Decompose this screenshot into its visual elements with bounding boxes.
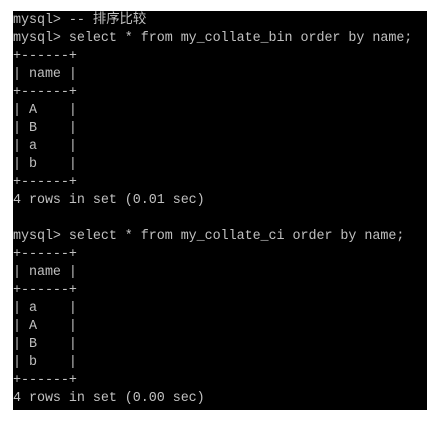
table-border-header: +------+ xyxy=(13,85,77,100)
table-header-row: | name | xyxy=(13,67,77,82)
table-border-bottom: +------+ xyxy=(13,373,77,388)
table-border-header: +------+ xyxy=(13,283,77,298)
result-summary-line: 4 rows in set (0.01 sec) xyxy=(13,193,205,208)
table-row: | a | xyxy=(13,139,77,154)
table-row: | A | xyxy=(13,319,77,334)
table-border-top: +------+ xyxy=(13,49,77,64)
table-row: | b | xyxy=(13,355,77,370)
table-row: | B | xyxy=(13,121,77,136)
query-collate-bin-line: mysql> select * from my_collate_bin orde… xyxy=(13,31,413,46)
prompt-comment-line: mysql> -- 排序比较 xyxy=(13,13,147,28)
table-row: | a | xyxy=(13,301,77,316)
result-summary-line: 4 rows in set (0.00 sec) xyxy=(13,391,205,406)
table-header-row: | name | xyxy=(13,265,77,280)
table-row: | b | xyxy=(13,157,77,172)
terminal-window[interactable]: mysql> -- 排序比较 mysql> select * from my_c… xyxy=(13,11,427,410)
table-border-top: +------+ xyxy=(13,247,77,262)
query-collate-ci-line: mysql> select * from my_collate_ci order… xyxy=(13,229,405,244)
table-row: | B | xyxy=(13,337,77,352)
table-border-bottom: +------+ xyxy=(13,175,77,190)
table-row: | A | xyxy=(13,103,77,118)
